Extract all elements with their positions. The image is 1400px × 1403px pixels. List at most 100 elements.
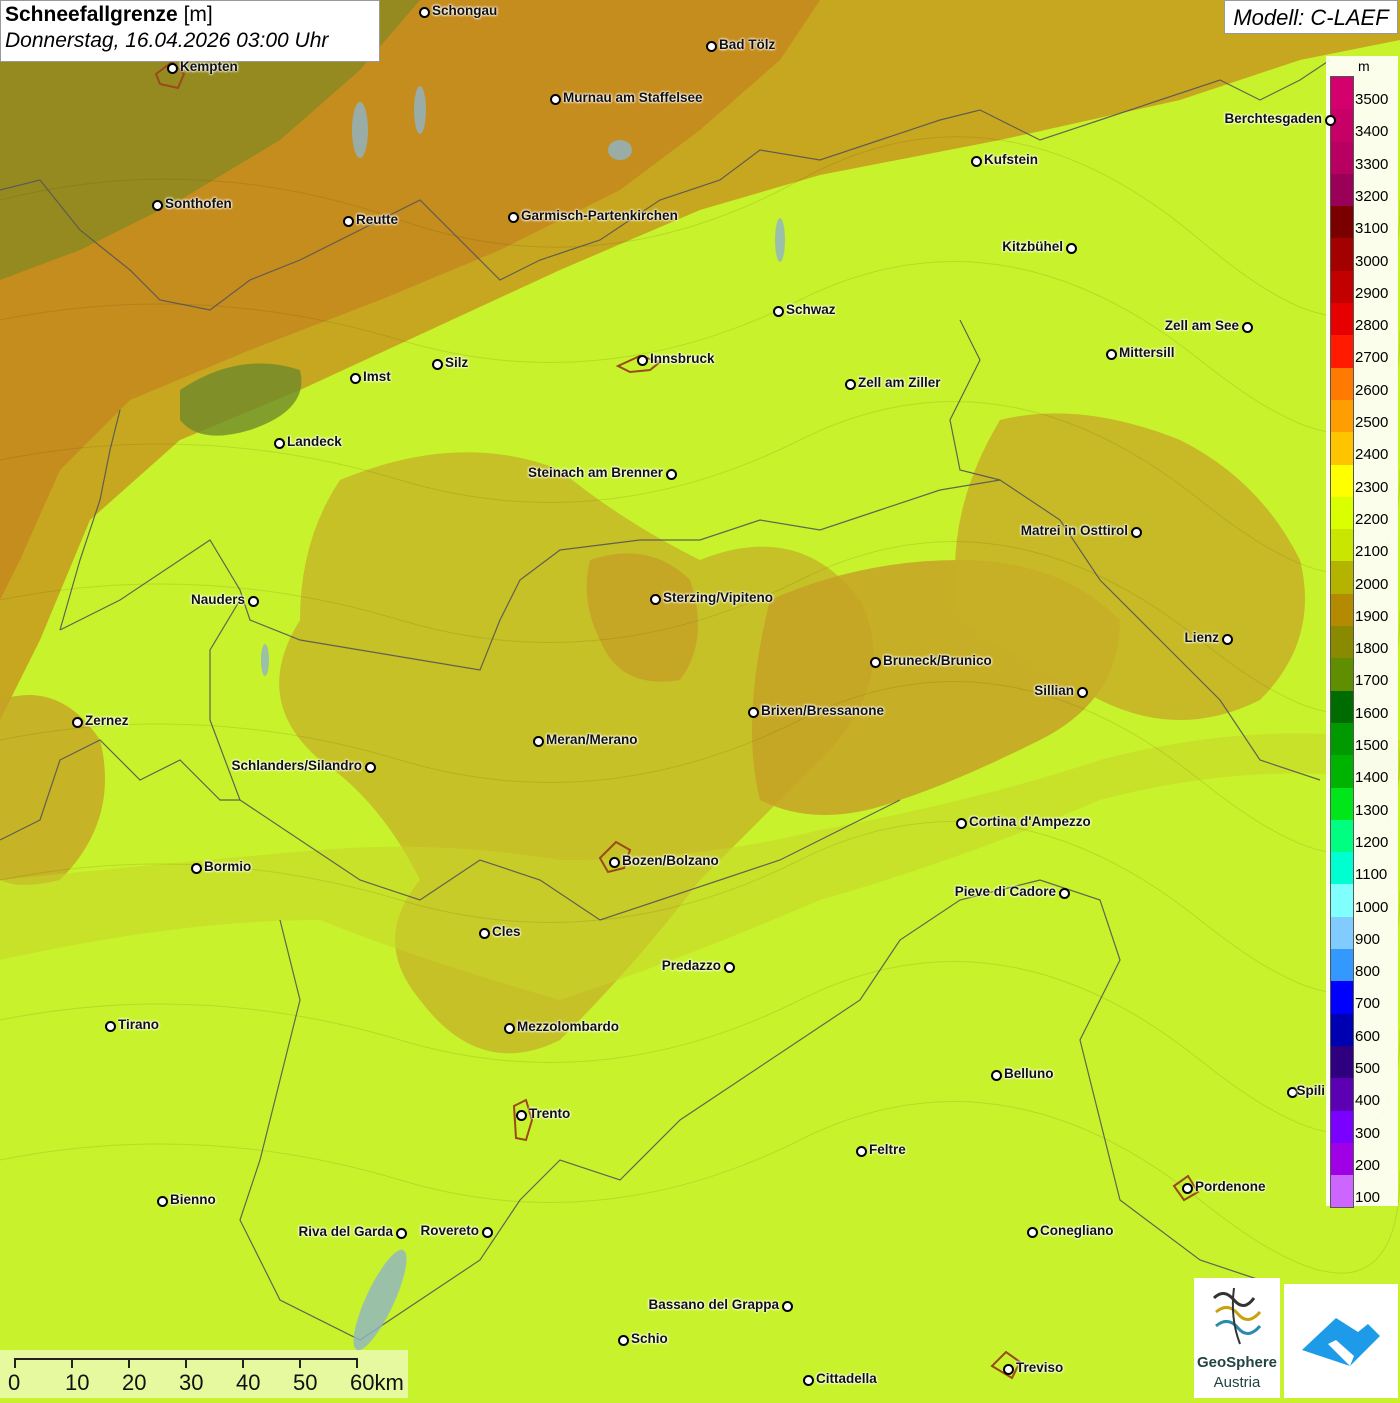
city-label[interactable]: Garmisch-Partenkirchen bbox=[521, 208, 678, 223]
city-marker[interactable] bbox=[1003, 1364, 1014, 1375]
city-label[interactable]: Landeck bbox=[287, 434, 342, 449]
city-marker[interactable] bbox=[274, 438, 285, 449]
city-marker[interactable] bbox=[248, 596, 259, 607]
city-label[interactable]: Kitzbühel bbox=[1002, 239, 1063, 254]
city-label[interactable]: Bruneck/Brunico bbox=[883, 653, 992, 668]
city-label[interactable]: Treviso bbox=[1016, 1360, 1063, 1375]
city-marker[interactable] bbox=[991, 1070, 1002, 1081]
city-label[interactable]: Bienno bbox=[170, 1192, 216, 1207]
app-logo[interactable] bbox=[1284, 1284, 1398, 1398]
city-marker[interactable] bbox=[105, 1021, 116, 1032]
city-marker[interactable] bbox=[870, 657, 881, 668]
city-label[interactable]: Mittersill bbox=[1119, 345, 1175, 360]
city-marker[interactable] bbox=[1182, 1183, 1193, 1194]
city-label[interactable]: Spili bbox=[1296, 1083, 1325, 1098]
city-label[interactable]: Mezzolombardo bbox=[517, 1019, 619, 1034]
city-marker[interactable] bbox=[956, 818, 967, 829]
city-label[interactable]: Reutte bbox=[356, 212, 398, 227]
city-label[interactable]: Feltre bbox=[869, 1142, 906, 1157]
city-marker[interactable] bbox=[1059, 888, 1070, 899]
city-marker[interactable] bbox=[1222, 634, 1233, 645]
city-marker[interactable] bbox=[618, 1335, 629, 1346]
city-marker[interactable] bbox=[971, 156, 982, 167]
city-label[interactable]: Kufstein bbox=[984, 152, 1038, 167]
geosphere-logo[interactable]: GeoSphere Austria bbox=[1194, 1278, 1280, 1398]
city-label[interactable]: Zernez bbox=[85, 713, 129, 728]
city-marker[interactable] bbox=[157, 1196, 168, 1207]
city-marker[interactable] bbox=[1325, 115, 1336, 126]
city-marker[interactable] bbox=[152, 200, 163, 211]
city-marker[interactable] bbox=[432, 359, 443, 370]
city-label[interactable]: Trento bbox=[529, 1106, 570, 1121]
city-marker[interactable] bbox=[191, 863, 202, 874]
city-label[interactable]: Murnau am Staffelsee bbox=[563, 90, 703, 105]
city-label[interactable]: Meran/Merano bbox=[546, 732, 638, 747]
city-label[interactable]: Sonthofen bbox=[165, 196, 232, 211]
city-marker[interactable] bbox=[666, 469, 677, 480]
city-label[interactable]: Belluno bbox=[1004, 1066, 1054, 1081]
city-marker[interactable] bbox=[1027, 1227, 1038, 1238]
city-label[interactable]: Schio bbox=[631, 1331, 668, 1346]
city-marker[interactable] bbox=[479, 928, 490, 939]
city-label[interactable]: Zell am See bbox=[1165, 318, 1239, 333]
city-label[interactable]: Zell am Ziller bbox=[858, 375, 941, 390]
city-label[interactable]: Sillian bbox=[1034, 683, 1074, 698]
city-label[interactable]: Schwaz bbox=[786, 302, 836, 317]
city-label[interactable]: Matrei in Osttirol bbox=[1021, 523, 1128, 538]
city-label[interactable]: Pieve di Cadore bbox=[955, 884, 1056, 899]
city-marker[interactable] bbox=[350, 373, 361, 384]
city-label[interactable]: Schlanders/Silandro bbox=[231, 758, 362, 773]
city-label[interactable]: Riva del Garda bbox=[298, 1224, 393, 1239]
city-label[interactable]: Schongau bbox=[432, 3, 497, 18]
city-label[interactable]: Berchtesgaden bbox=[1224, 111, 1322, 126]
city-label[interactable]: Imst bbox=[363, 369, 391, 384]
city-label[interactable]: Cittadella bbox=[816, 1371, 877, 1386]
city-marker[interactable] bbox=[637, 355, 648, 366]
city-label[interactable]: Kempten bbox=[180, 59, 238, 74]
city-marker[interactable] bbox=[396, 1228, 407, 1239]
city-marker[interactable] bbox=[803, 1375, 814, 1386]
city-marker[interactable] bbox=[856, 1146, 867, 1157]
city-label[interactable]: Steinach am Brenner bbox=[528, 465, 663, 480]
city-label[interactable]: Nauders bbox=[191, 592, 245, 607]
city-marker[interactable] bbox=[167, 63, 178, 74]
city-marker[interactable] bbox=[516, 1110, 527, 1121]
city-marker[interactable] bbox=[419, 7, 430, 18]
city-marker[interactable] bbox=[845, 379, 856, 390]
city-label[interactable]: Bad Tölz bbox=[719, 37, 775, 52]
city-label[interactable]: Brixen/Bressanone bbox=[761, 703, 884, 718]
city-label[interactable]: Predazzo bbox=[662, 958, 721, 973]
city-marker[interactable] bbox=[782, 1301, 793, 1312]
city-marker[interactable] bbox=[482, 1227, 493, 1238]
city-marker[interactable] bbox=[650, 594, 661, 605]
city-label[interactable]: Silz bbox=[445, 355, 468, 370]
city-marker[interactable] bbox=[365, 762, 376, 773]
city-marker[interactable] bbox=[343, 216, 354, 227]
city-marker[interactable] bbox=[724, 962, 735, 973]
city-marker[interactable] bbox=[1131, 527, 1142, 538]
city-marker[interactable] bbox=[609, 857, 620, 868]
city-label[interactable]: Pordenone bbox=[1195, 1179, 1266, 1194]
city-label[interactable]: Bozen/Bolzano bbox=[622, 853, 719, 868]
city-marker[interactable] bbox=[773, 306, 784, 317]
city-label[interactable]: Lienz bbox=[1184, 630, 1219, 645]
city-label[interactable]: Sterzing/Vipiteno bbox=[663, 590, 773, 605]
city-marker[interactable] bbox=[1066, 243, 1077, 254]
city-marker[interactable] bbox=[1077, 687, 1088, 698]
city-label[interactable]: Cortina d'Ampezzo bbox=[969, 814, 1091, 829]
city-marker[interactable] bbox=[748, 707, 759, 718]
city-label[interactable]: Bassano del Grappa bbox=[648, 1297, 779, 1312]
city-label[interactable]: Tirano bbox=[118, 1017, 159, 1032]
city-marker[interactable] bbox=[508, 212, 519, 223]
city-marker[interactable] bbox=[72, 717, 83, 728]
city-label[interactable]: Conegliano bbox=[1040, 1223, 1114, 1238]
city-marker[interactable] bbox=[1242, 322, 1253, 333]
city-label[interactable]: Cles bbox=[492, 924, 521, 939]
city-marker[interactable] bbox=[706, 41, 717, 52]
city-marker[interactable] bbox=[550, 94, 561, 105]
city-label[interactable]: Innsbruck bbox=[650, 351, 715, 366]
city-marker[interactable] bbox=[533, 736, 544, 747]
city-marker[interactable] bbox=[1106, 349, 1117, 360]
city-marker[interactable] bbox=[504, 1023, 515, 1034]
city-label[interactable]: Rovereto bbox=[420, 1223, 479, 1238]
